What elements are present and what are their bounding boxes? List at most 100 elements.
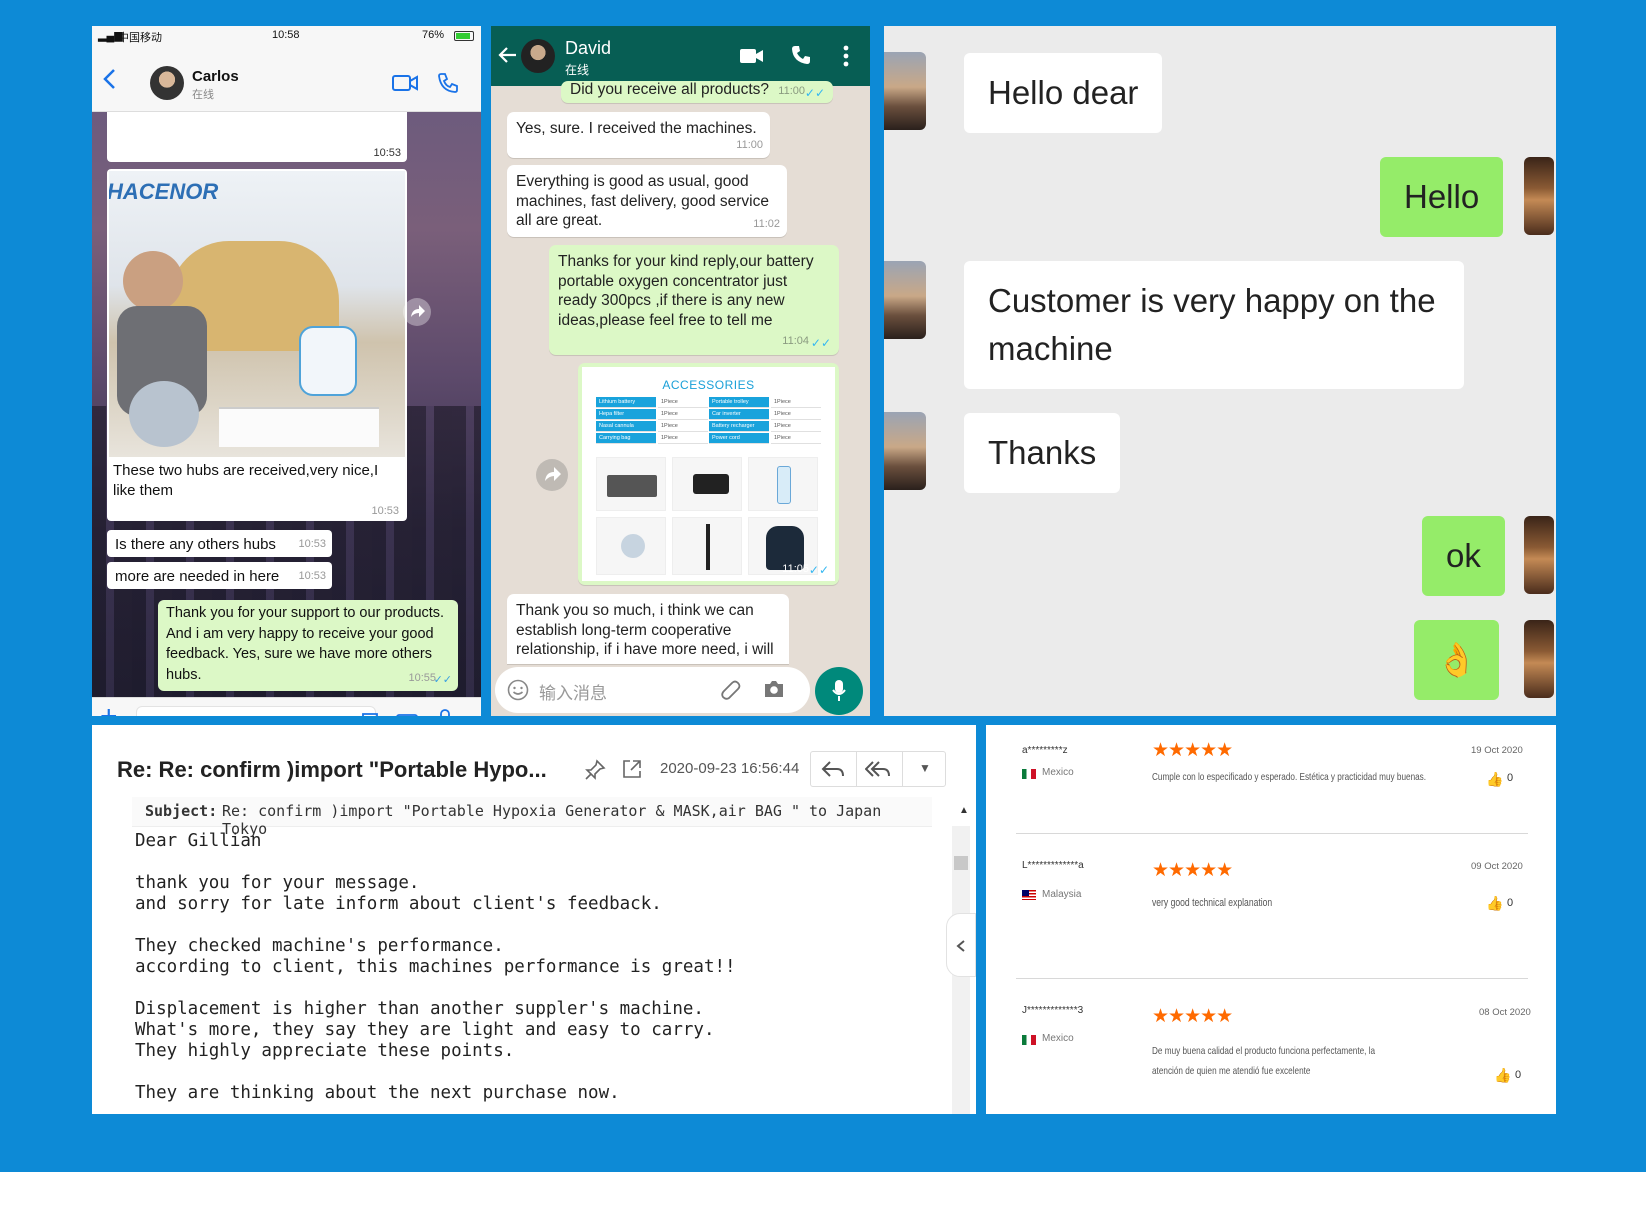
avatar[interactable] xyxy=(521,39,555,73)
emoji-icon[interactable] xyxy=(507,679,529,701)
review-stars: ★★★★★ xyxy=(1152,860,1233,881)
collage-background: ▂▄▆ 中国移动 10:58 76% Carlos 在线 10:53 HACEN… xyxy=(0,0,1646,1172)
microphone-icon xyxy=(832,680,846,701)
chevron-down-icon[interactable]: ▼ xyxy=(919,761,931,775)
message-bubble[interactable]: Is there any others hubs 10:53 xyxy=(107,530,332,557)
user-avatar[interactable] xyxy=(1524,516,1554,594)
video-call-icon[interactable] xyxy=(392,74,418,92)
thumbs-up-icon[interactable]: 👍 xyxy=(1494,1067,1511,1084)
accessory-cell: 1Piece xyxy=(658,409,708,420)
customer-reviews: a*********z Mexico ★★★★★ Cumple con lo e… xyxy=(986,725,1556,1114)
subject-label: Subject: xyxy=(145,802,218,820)
reply-all-icon[interactable] xyxy=(865,760,891,778)
image-title: ACCESSORIES xyxy=(662,378,755,392)
body-line: Displacement is higher than another supp… xyxy=(135,999,704,1019)
scroll-up-icon[interactable]: ▲ xyxy=(959,805,969,816)
email-client: Re: Re: confirm )import "Portable Hypo..… xyxy=(92,725,976,1114)
review-text: Cumple con lo especificado y esperado. E… xyxy=(1152,771,1427,783)
image-message-top[interactable]: 10:53 xyxy=(107,112,407,162)
voice-record-button[interactable] xyxy=(815,667,863,715)
phone-call-icon[interactable] xyxy=(791,45,811,65)
message-bubble[interactable]: more are needed in here 10:53 xyxy=(107,562,332,589)
open-external-icon[interactable] xyxy=(622,759,642,779)
video-call-icon[interactable] xyxy=(740,48,764,64)
camera-icon[interactable] xyxy=(396,711,418,716)
pin-icon[interactable] xyxy=(584,759,606,781)
message-bubble-sent[interactable]: Hello xyxy=(1380,157,1504,237)
message-bubble-sent[interactable]: 👌 xyxy=(1414,620,1500,700)
read-ticks-icon: ✓✓ xyxy=(808,563,829,577)
review-likes: 0 xyxy=(1507,897,1514,909)
review-likes: 0 xyxy=(1515,1069,1522,1081)
message-bubble-sent[interactable]: Thank you for your support to our produc… xyxy=(158,600,458,691)
user-avatar[interactable] xyxy=(1524,157,1554,235)
message-input[interactable] xyxy=(136,706,376,716)
review-stars: ★★★★★ xyxy=(1152,740,1233,761)
message-text: Thanks xyxy=(988,434,1097,471)
message-bubble-sent[interactable]: Thanks for your kind reply,our battery p… xyxy=(549,245,839,355)
message-bubble[interactable]: Customer is very happy on the machine xyxy=(964,261,1464,389)
oxygen-device xyxy=(299,326,357,396)
forward-icon[interactable] xyxy=(402,297,432,327)
body-line: They highly appreciate these points. xyxy=(135,1041,515,1061)
message-text: Everything is good as usual, good machin… xyxy=(516,173,769,229)
camera-icon[interactable] xyxy=(763,679,785,698)
contact-avatar[interactable] xyxy=(884,52,926,130)
message-bubble[interactable]: Everything is good as usual, good machin… xyxy=(507,165,787,237)
message-time: 11:00 xyxy=(778,85,805,97)
microphone-icon[interactable] xyxy=(438,709,452,716)
message-input-placeholder[interactable]: 输入消息 xyxy=(539,679,607,704)
product-filter xyxy=(596,517,666,575)
accessory-cell: Lithium battery xyxy=(596,397,656,408)
contact-avatar[interactable] xyxy=(884,412,926,490)
accessory-cell: Portable trolley xyxy=(709,397,769,408)
avatar[interactable] xyxy=(150,66,184,100)
phone-call-icon[interactable] xyxy=(437,72,459,94)
review-country: Mexico xyxy=(1042,767,1074,778)
photo-message[interactable]: HACENOR These two hubs are received,very… xyxy=(107,169,407,521)
body-line xyxy=(135,852,736,873)
contact-name: Carlos xyxy=(192,68,239,85)
message-time: 11:05 xyxy=(782,563,809,575)
message-bubble[interactable]: Thank you so much, i think we can establ… xyxy=(507,594,789,664)
message-input-bar[interactable]: 输入消息 xyxy=(495,667,810,713)
review-stars: ★★★★★ xyxy=(1152,1006,1233,1027)
message-bubble[interactable]: Thanks xyxy=(964,413,1121,493)
contact-avatar[interactable] xyxy=(884,261,926,339)
message-bubble-sent[interactable]: ok xyxy=(1422,516,1505,596)
photo-hub-user: HACENOR xyxy=(109,171,405,457)
review-user: J*************3 xyxy=(1022,1005,1084,1016)
message-bubble[interactable]: Hello dear xyxy=(964,53,1163,133)
thumbs-up-icon[interactable]: 👍 xyxy=(1486,895,1503,912)
collapse-panel-button[interactable] xyxy=(946,913,976,977)
user-avatar[interactable] xyxy=(1524,620,1554,698)
message-text: ok xyxy=(1446,537,1481,574)
message-time: 10:55 xyxy=(408,671,436,684)
more-menu-icon[interactable] xyxy=(843,45,849,67)
mexico-flag-icon xyxy=(1022,1035,1036,1045)
message-text: Customer is very happy on the machine xyxy=(988,282,1436,367)
message-time: 10:53 xyxy=(373,147,401,159)
image-message-sent[interactable]: ACCESSORIES Lithium battery 1Piece Portabl… xyxy=(578,363,839,585)
back-arrow-icon[interactable] xyxy=(498,46,518,64)
read-ticks-icon: ✓✓ xyxy=(810,335,831,350)
review-user: L*************a xyxy=(1022,860,1084,871)
message-bubble[interactable]: Yes, sure. I received the machines. 11:0… xyxy=(507,112,770,158)
thumbs-up-icon[interactable]: 👍 xyxy=(1486,771,1503,788)
battery-label: 76% xyxy=(422,29,445,41)
chat-header: David 在线 xyxy=(491,26,870,86)
sticker-icon[interactable] xyxy=(360,711,380,716)
message-bubble-sent[interactable]: Did you receive all products? 11:00 ✓✓ xyxy=(561,81,833,103)
forward-icon[interactable] xyxy=(535,458,569,492)
message-time: 11:02 xyxy=(753,217,780,230)
reply-icon[interactable] xyxy=(821,760,845,778)
message-text: Hello xyxy=(1404,178,1480,215)
accessory-cell: 1Piece xyxy=(658,421,708,432)
divider xyxy=(1016,833,1528,834)
accessory-cell: 1Piece xyxy=(771,409,821,420)
email-title: Re: Re: confirm )import "Portable Hypo..… xyxy=(117,757,547,782)
back-arrow-icon[interactable] xyxy=(102,68,116,90)
add-icon[interactable]: + xyxy=(100,702,118,717)
attach-icon[interactable] xyxy=(719,678,741,700)
review-date: 09 Oct 2020 xyxy=(1471,861,1523,872)
